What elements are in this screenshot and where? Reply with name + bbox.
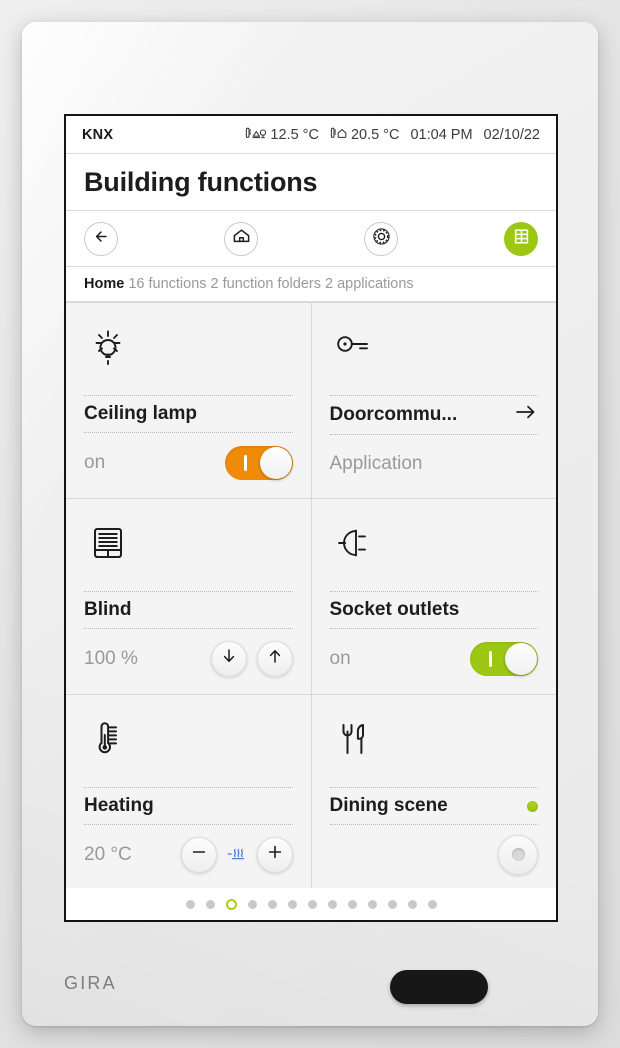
- heating-increase-button[interactable]: [256, 836, 293, 873]
- socket-outlets-toggle[interactable]: [470, 641, 538, 676]
- scene-recall-button[interactable]: [498, 834, 538, 875]
- key-icon: [330, 317, 539, 395]
- page-indicator: [66, 888, 556, 920]
- scene-button-inner: [511, 848, 525, 861]
- minus-icon: [190, 843, 208, 866]
- device-screen: KNX 12.5 °C 20.5 °C 01:04 PM 02/10/22 Bu…: [64, 114, 558, 922]
- page-dot[interactable]: [287, 899, 297, 909]
- tile-state: 20 °C: [84, 843, 132, 865]
- tile-control: [180, 836, 293, 873]
- page-dot[interactable]: [407, 899, 417, 909]
- tile-heating[interactable]: Heating 20 °C: [66, 695, 311, 890]
- home-button[interactable]: [224, 221, 258, 256]
- back-button[interactable]: [84, 221, 118, 256]
- tile-label-row: Doorcommu...: [330, 396, 539, 434]
- ceiling-lamp-toggle[interactable]: [224, 445, 293, 480]
- page-dot[interactable]: [247, 899, 257, 909]
- breadcrumb-summary: 16 functions 2 function folders 2 applic…: [128, 276, 414, 292]
- tile-dining-scene[interactable]: Dining scene: [311, 695, 556, 890]
- brand-logo: GIRA: [64, 973, 117, 993]
- tile-state: 100 %: [84, 647, 138, 669]
- arrow-right-icon[interactable]: [514, 403, 538, 427]
- heating-waves-icon: [227, 845, 247, 865]
- tile-control-row: Application: [330, 435, 539, 488]
- tile-label: Heating: [84, 795, 154, 816]
- page-title: Building functions: [84, 167, 318, 197]
- toggle-knob: [505, 642, 537, 675]
- thermometer-indoor-icon: [330, 127, 348, 142]
- tile-control-row: on: [329, 629, 538, 684]
- tile-blind[interactable]: Blind 100 %: [66, 499, 311, 694]
- tile-state: on: [84, 451, 106, 473]
- page-dot[interactable]: [185, 899, 195, 909]
- tile-door-communication[interactable]: Doorcommu... Application: [311, 303, 556, 498]
- page-dot[interactable]: [267, 899, 277, 909]
- heating-decrease-button[interactable]: [180, 836, 217, 873]
- grid-view-button[interactable]: [504, 221, 538, 256]
- indoor-temperature: 20.5 °C: [330, 126, 400, 143]
- tile-state: on: [329, 647, 351, 669]
- status-bar: KNX 12.5 °C 20.5 °C 01:04 PM 02/10/22: [66, 116, 556, 154]
- blind-down-button[interactable]: [210, 640, 247, 677]
- tile-control-row: on: [84, 433, 293, 488]
- plug-icon: [330, 513, 539, 591]
- tile-control-row: [330, 825, 538, 880]
- arrow-left-icon: [92, 227, 111, 251]
- light-bulb-icon: [84, 317, 293, 395]
- arrow-up-icon: [266, 647, 284, 670]
- tile-state: Application: [329, 452, 423, 474]
- blind-icon: [84, 513, 293, 591]
- gear-icon: [371, 226, 392, 252]
- tile-control: [470, 641, 538, 676]
- tile-label: Dining scene: [329, 795, 448, 816]
- clock-time: 01:04 PM: [410, 126, 473, 143]
- page-dot[interactable]: [347, 899, 357, 909]
- current-date: 02/10/22: [483, 126, 540, 143]
- tile-control: [224, 445, 293, 480]
- tile-socket-outlets[interactable]: Socket outlets on: [311, 499, 556, 694]
- toggle-on-bar: [243, 454, 247, 471]
- thermometer-scale-icon: [84, 709, 293, 787]
- tile-ceiling-lamp[interactable]: Ceiling lamp on: [66, 303, 311, 498]
- toggle-on-bar: [489, 650, 492, 667]
- page-dot[interactable]: [327, 899, 337, 909]
- page-dot[interactable]: [307, 899, 317, 909]
- tile-control-row: 20 °C: [84, 825, 293, 880]
- tile-label: Socket outlets: [329, 599, 460, 620]
- tile-label: Ceiling lamp: [84, 403, 197, 424]
- outdoor-temperature-value: 12.5 °C: [270, 126, 319, 143]
- scene-active-indicator: [527, 800, 538, 812]
- settings-button[interactable]: [364, 221, 398, 256]
- indoor-temperature-value: 20.5 °C: [350, 126, 400, 143]
- plus-icon: [266, 843, 284, 866]
- blind-up-button[interactable]: [256, 640, 293, 677]
- gira-touch-panel-device: KNX 12.5 °C 20.5 °C 01:04 PM 02/10/22 Bu…: [22, 22, 598, 1026]
- navigation-bar: [66, 210, 556, 266]
- functions-grid: Ceiling lamp on Doorcommu... Application…: [66, 302, 556, 890]
- toggle-knob: [259, 446, 292, 479]
- page-dot-active[interactable]: [225, 898, 237, 910]
- tile-label-row: Dining scene: [329, 788, 538, 824]
- outdoor-temperature: 12.5 °C: [245, 127, 319, 143]
- page-dot[interactable]: [205, 899, 215, 909]
- page-dot[interactable]: [387, 899, 397, 909]
- grid-icon: [512, 227, 531, 251]
- arrow-down-icon: [220, 647, 238, 670]
- status-bar-right: 12.5 °C 20.5 °C 01:04 PM 02/10/22: [245, 127, 540, 143]
- breadcrumb-location[interactable]: Home: [84, 276, 124, 292]
- home-key[interactable]: [390, 970, 488, 1004]
- breadcrumb: Home 16 functions 2 function folders 2 a…: [66, 266, 556, 302]
- tile-label: Doorcommu...: [329, 404, 458, 425]
- tile-control-row: 100 %: [84, 629, 293, 684]
- house-icon: [231, 227, 252, 251]
- page-dot[interactable]: [427, 899, 437, 909]
- tile-label: Blind: [84, 599, 132, 620]
- thermometer-outdoor-icon: [245, 127, 267, 142]
- tile-control: [210, 640, 293, 677]
- page-dot[interactable]: [367, 899, 377, 909]
- system-label: KNX: [82, 126, 114, 143]
- cutlery-icon: [330, 709, 539, 787]
